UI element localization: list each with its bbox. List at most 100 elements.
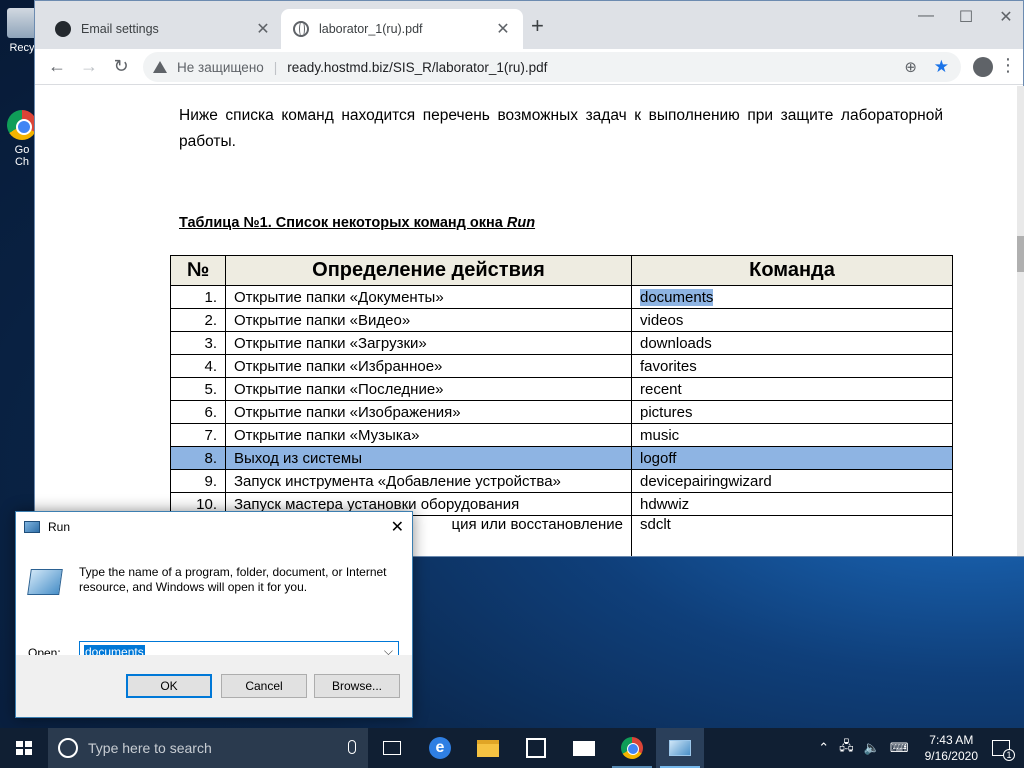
github-icon <box>55 21 71 37</box>
close-window-button[interactable]: ✕ <box>991 7 1021 27</box>
close-tab-icon[interactable]: ✕ <box>495 19 511 39</box>
tab-strip: Email settings ✕ laborator_1(ru).pdf ✕ +… <box>35 1 1023 49</box>
bookmark-star-icon[interactable]: ★ <box>934 57 949 77</box>
taskbar-search[interactable]: Type here to search <box>48 728 368 768</box>
edge-icon: e <box>429 737 451 759</box>
row-action: Запуск инструмента «Добавление устройств… <box>225 469 632 493</box>
row-command[interactable]: downloads <box>631 331 953 355</box>
row-number: 4. <box>170 354 226 378</box>
run-program-icon <box>27 569 63 595</box>
clock[interactable]: 7:43 AM 9/16/2020 <box>925 732 978 764</box>
store-taskbar-button[interactable] <box>512 728 560 768</box>
clock-time: 7:43 AM <box>929 733 974 747</box>
browse-button[interactable]: Browse... <box>314 674 400 698</box>
run-footer: OK Cancel Browse... <box>16 655 412 717</box>
cancel-button[interactable]: Cancel <box>221 674 307 698</box>
row-command[interactable]: pictures <box>631 400 953 424</box>
row-number: 7. <box>170 423 226 447</box>
network-icon[interactable]: 🖧 <box>839 737 854 759</box>
menu-kebab-icon[interactable]: ⋮ <box>999 55 1017 76</box>
row-action: Выход из системы <box>225 446 632 470</box>
row-number: 5. <box>170 377 226 401</box>
row-action: Открытие папки «Избранное» <box>225 354 632 378</box>
input-indicator-icon[interactable]: ⌨ <box>890 740 909 756</box>
row-command[interactable]: music <box>631 423 953 447</box>
profile-avatar-icon[interactable] <box>973 57 993 77</box>
row-action: Открытие папки «Музыка» <box>225 423 632 447</box>
row-number: 6. <box>170 400 226 424</box>
maximize-button[interactable]: ☐ <box>951 7 981 27</box>
forward-button[interactable]: → <box>73 56 105 77</box>
browser-window: Email settings ✕ laborator_1(ru).pdf ✕ +… <box>34 0 1024 557</box>
header-number: № <box>170 255 226 286</box>
row-number: 2. <box>170 308 226 332</box>
table-title-run: Run <box>506 215 536 231</box>
close-tab-icon[interactable]: ✕ <box>255 19 271 39</box>
zoom-icon[interactable]: ⊕ <box>904 58 917 76</box>
pdf-viewer[interactable]: Ниже списка команд находится перечень во… <box>35 85 1011 556</box>
cortana-icon <box>58 738 78 758</box>
file-explorer-taskbar-button[interactable] <box>464 728 512 768</box>
row-action: Открытие папки «Последние» <box>225 377 632 401</box>
globe-icon <box>293 21 309 37</box>
windows-logo-icon <box>16 741 32 755</box>
row-command[interactable]: hdwwiz <box>631 492 953 516</box>
row-command[interactable]: videos <box>631 308 953 332</box>
table-row: 7. Открытие папки «Музыка» music <box>170 423 953 447</box>
row-action: Открытие папки «Изображения» <box>225 400 632 424</box>
row-command[interactable]: logoff <box>631 446 953 470</box>
table-row: 5. Открытие папки «Последние» recent <box>170 377 953 401</box>
row-command[interactable]: favorites <box>631 354 953 378</box>
security-label[interactable]: Не защищено <box>177 60 264 75</box>
pdf-scrollbar[interactable] <box>1017 86 1024 556</box>
url-text[interactable]: ready.hostmd.biz/SIS_R/laborator_1(ru).p… <box>287 60 547 75</box>
table-title: Таблица №1. Список некоторых команд окна… <box>179 215 535 231</box>
header-action: Определение действия <box>225 255 632 286</box>
row-command[interactable]: recent <box>631 377 953 401</box>
run-title: Run <box>48 520 71 534</box>
close-icon[interactable]: ✕ <box>391 517 404 537</box>
row-command-selected[interactable]: documents <box>640 288 714 306</box>
volume-icon[interactable]: 🔈 <box>864 740 880 756</box>
notification-count: 1 <box>1003 749 1015 761</box>
recycle-bin-icon <box>7 8 37 38</box>
row-action: Открытие папки «Видео» <box>225 308 632 332</box>
reload-button[interactable]: ↻ <box>105 56 137 77</box>
taskbar: Type here to search e ⌃ 🖧 🔈 ⌨ 7:43 AM 9/… <box>0 728 1024 768</box>
row-command[interactable]: devicepairingwizard <box>631 469 953 493</box>
tab-label: laborator_1(ru).pdf <box>319 22 423 36</box>
separator: | <box>273 59 278 75</box>
scrollbar-thumb[interactable] <box>1017 236 1024 272</box>
task-view-button[interactable] <box>368 728 416 768</box>
intro-paragraph: Ниже списка команд находится перечень во… <box>179 107 943 150</box>
mail-icon <box>573 740 595 756</box>
run-taskbar-button[interactable] <box>656 728 704 768</box>
back-button[interactable]: ← <box>41 56 73 77</box>
chevron-up-icon[interactable]: ⌃ <box>818 740 829 756</box>
table-header-row: № Определение действия Команда <box>170 255 953 286</box>
edge-taskbar-button[interactable]: e <box>416 728 464 768</box>
row-command[interactable]: sdclt <box>631 515 953 556</box>
row-number: 9. <box>170 469 226 493</box>
table-row: 9. Запуск инструмента «Добавление устрой… <box>170 469 953 493</box>
table-row-highlighted: 8. Выход из системы logoff <box>170 446 953 470</box>
run-title-bar[interactable]: Run <box>16 512 412 542</box>
run-description: Type the name of a program, folder, docu… <box>79 565 387 594</box>
tab-pdf[interactable]: laborator_1(ru).pdf ✕ <box>281 9 523 49</box>
action-center-icon[interactable]: 1 <box>992 740 1015 761</box>
ok-button[interactable]: OK <box>126 674 212 698</box>
microphone-icon[interactable] <box>348 740 356 754</box>
system-tray: ⌃ 🖧 🔈 ⌨ 7:43 AM 9/16/2020 1 <box>818 728 1024 768</box>
row-command-cell: documents <box>631 285 953 309</box>
table-title-text: Таблица №1. Список некоторых команд окна <box>179 215 507 231</box>
minimize-button[interactable]: — <box>911 7 941 25</box>
start-button[interactable] <box>0 728 48 768</box>
chrome-icon <box>621 737 643 759</box>
chrome-taskbar-button[interactable] <box>608 728 656 768</box>
address-bar[interactable]: Не защищено | ready.hostmd.biz/SIS_R/lab… <box>143 52 961 82</box>
tab-email-settings[interactable]: Email settings ✕ <box>43 9 283 49</box>
mail-taskbar-button[interactable] <box>560 728 608 768</box>
chrome-icon <box>7 110 37 140</box>
new-tab-button[interactable]: + <box>531 15 544 37</box>
not-secure-warning-icon[interactable] <box>153 61 167 73</box>
